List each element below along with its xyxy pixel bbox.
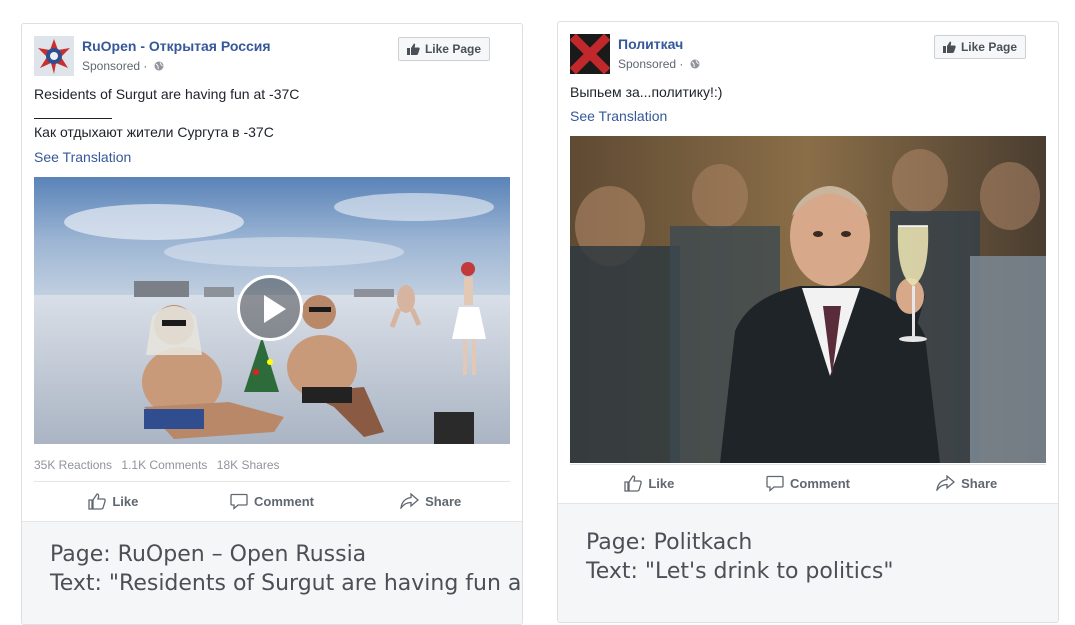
comment-label: Comment [790, 475, 850, 491]
caption-panel: Page: Politkach Text: "Let's drink to po… [558, 503, 1058, 622]
post-photo[interactable] [570, 136, 1046, 463]
left-ad-post: RuOpen - Открытая Россия Sponsored · Lik… [21, 23, 523, 625]
like-page-label: Like Page [960, 40, 1017, 54]
share-label: Share [425, 493, 462, 509]
sponsored-label: Sponsored · [82, 59, 164, 74]
text-divider [34, 118, 112, 119]
see-translation-link[interactable]: See Translation [34, 149, 131, 165]
comment-icon [230, 493, 248, 510]
caption-panel: Page: RuOpen – Open Russia Text: "Reside… [22, 521, 522, 624]
sponsored-text: Sponsored · [82, 59, 148, 73]
like-button[interactable]: Like [34, 483, 193, 519]
comments-count[interactable]: 1.1K Comments [121, 458, 207, 472]
engagement-stats: 35K Reactions 1.1K Comments 18K Shares [34, 458, 286, 472]
caption-text: Text: "Let's drink to politics" [586, 559, 894, 584]
actions-divider [34, 481, 510, 482]
like-page-button[interactable]: Like Page [933, 35, 1026, 59]
like-page-label: Like Page [424, 42, 481, 56]
post-actions: Like Comment Share [34, 483, 510, 519]
post-header: RuOpen - Открытая Россия Sponsored · Lik… [34, 36, 510, 78]
page-logo-ruopen[interactable] [34, 36, 74, 76]
globe-icon [154, 60, 164, 74]
thumbs-up-icon [942, 41, 956, 53]
post-text-original: Как отдыхают жители Сургута в -37C [34, 124, 274, 140]
like-page-button[interactable]: Like Page [397, 37, 490, 61]
comment-button[interactable]: Comment [729, 465, 888, 501]
video-thumbnail[interactable] [34, 177, 510, 444]
comment-button[interactable]: Comment [193, 483, 352, 519]
like-button[interactable]: Like [570, 465, 729, 501]
page-logo-politkach[interactable] [570, 34, 610, 74]
page-name-link[interactable]: RuOpen - Открытая Россия [82, 38, 271, 54]
play-button[interactable] [237, 275, 303, 341]
share-button[interactable]: Share [887, 465, 1046, 501]
post-header: Политкач Sponsored · Like Page [570, 34, 1046, 76]
caption-page: Page: RuOpen – Open Russia [50, 542, 367, 567]
comment-icon [766, 475, 784, 492]
share-label: Share [961, 475, 998, 491]
share-button[interactable]: Share [351, 483, 510, 519]
post-text-original: Выпьем за...политику!:) [570, 84, 723, 100]
play-icon [264, 295, 286, 323]
see-translation-link[interactable]: See Translation [570, 108, 667, 124]
share-icon [936, 475, 956, 491]
sponsored-label: Sponsored · [618, 57, 700, 72]
post-actions: Like Comment Share [570, 465, 1046, 501]
page-name-link[interactable]: Политкач [618, 36, 683, 52]
thumbs-up-icon [624, 474, 643, 492]
right-ad-post: Политкач Sponsored · Like Page Выпьем за… [557, 21, 1059, 623]
caption-page: Page: Politkach [586, 530, 753, 555]
thumbs-up-icon [88, 492, 107, 510]
post-text-english: Residents of Surgut are having fun at -3… [34, 86, 300, 102]
sponsored-text: Sponsored · [618, 57, 684, 71]
reactions-count[interactable]: 35K Reactions [34, 458, 112, 472]
thumbs-up-icon [406, 43, 420, 55]
shares-count[interactable]: 18K Shares [217, 458, 280, 472]
share-icon [400, 493, 420, 509]
comment-label: Comment [254, 493, 314, 509]
caption-text: Text: "Residents of Surgut are having fu… [50, 571, 523, 596]
globe-icon [690, 58, 700, 72]
like-label: Like [112, 493, 139, 509]
like-label: Like [648, 475, 675, 491]
